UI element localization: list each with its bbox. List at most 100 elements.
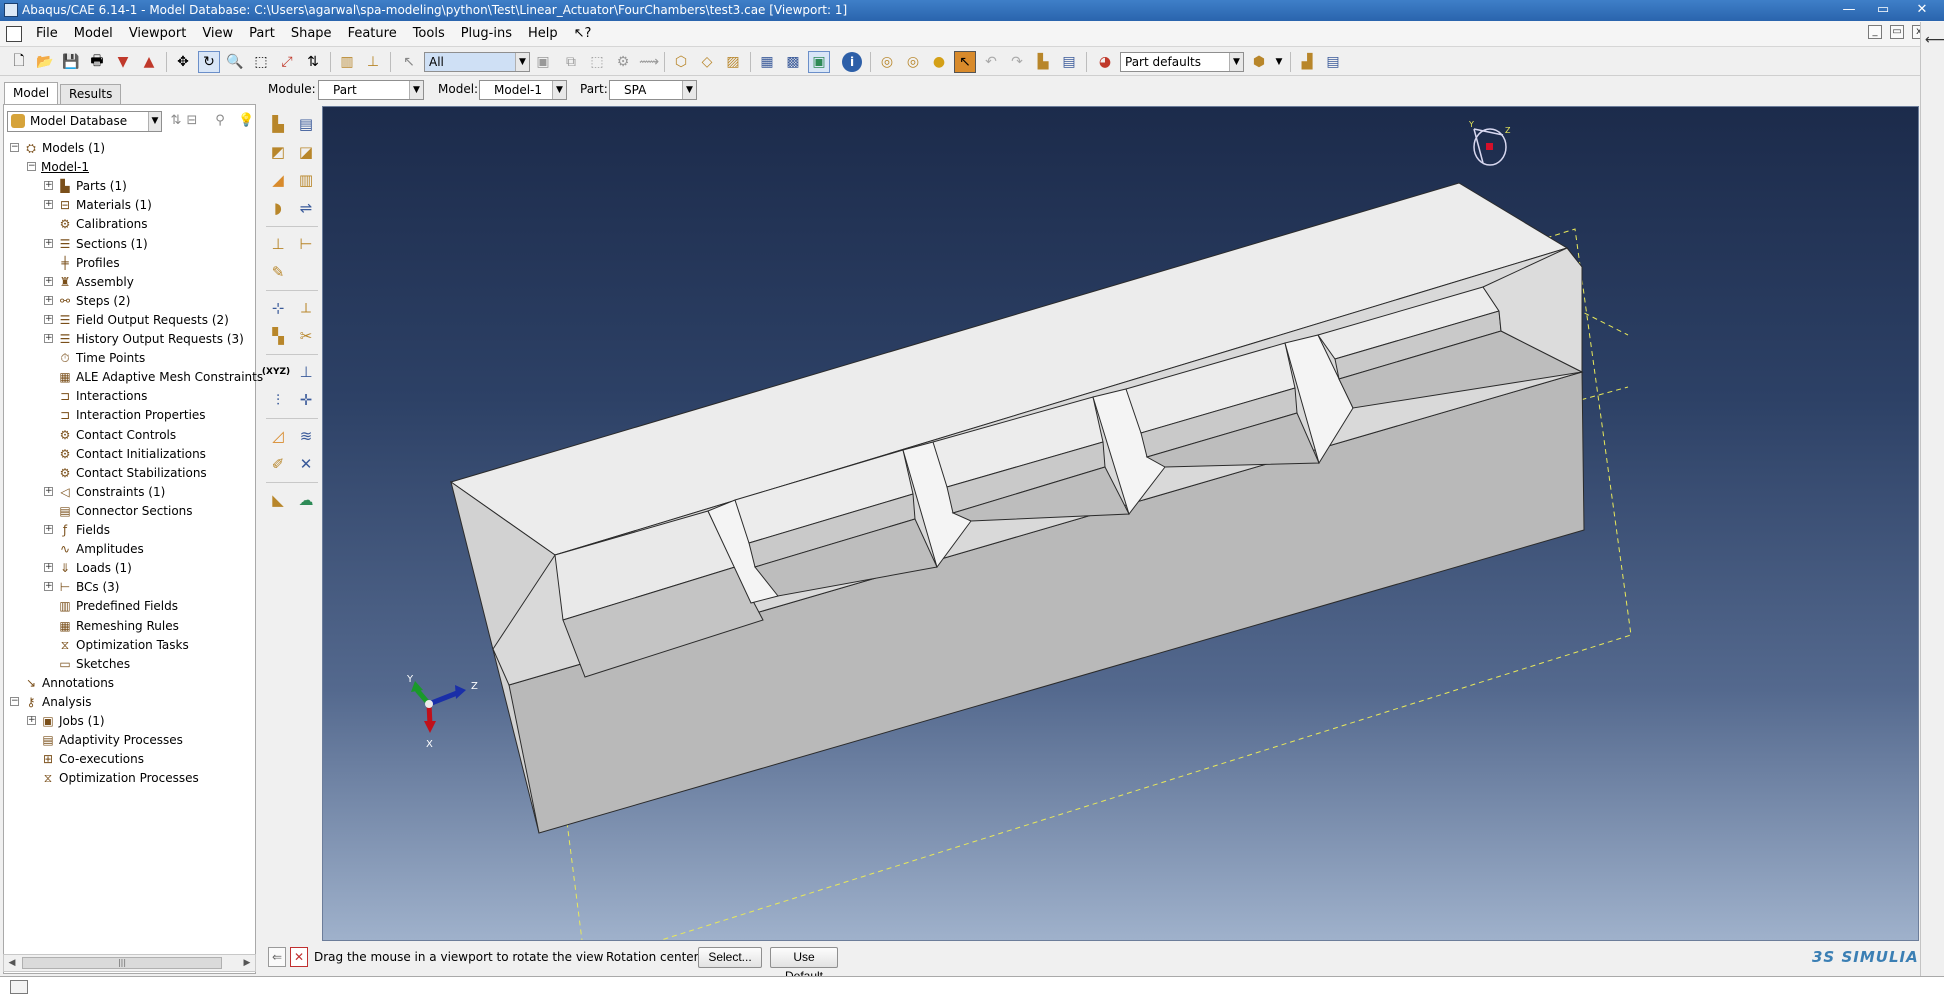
create-part-icon[interactable]: ▙ [266,112,290,136]
tree-item[interactable]: + ▙ Parts (1) [4,177,255,196]
scroll-right-icon[interactable]: ▶ [240,956,254,970]
tree-item[interactable]: − Model-1 [4,158,255,177]
solid-extrude-icon[interactable]: ◩ [266,140,290,164]
wireframe-icon[interactable]: ▦ [756,51,778,73]
menu-shape[interactable]: Shape [283,21,340,47]
viewport[interactable]: Y Z Y Z X [322,106,1919,941]
maximize-button[interactable]: ▭ [1866,0,1900,21]
select-edges-icon[interactable]: ⟿ [638,51,660,73]
collapse-icon[interactable]: − [10,143,19,152]
tab-model[interactable]: Model [4,82,59,104]
pan-icon[interactable]: ✥ [172,51,194,73]
tree-item[interactable]: ▤ Connector Sections [4,502,255,521]
close-button[interactable]: ✕ [1900,0,1944,21]
expand-icon[interactable]: + [44,525,53,534]
tree-item[interactable]: ▤ Adaptivity Processes [4,731,255,750]
tree-item[interactable]: + ⊢ BCs (3) [4,578,255,597]
menu-help[interactable]: Help [520,21,566,47]
mirror-icon[interactable]: ⇌ [294,196,318,220]
collapse-all-icon[interactable]: ⊟ [184,113,200,129]
tree-item[interactable]: ▥ Predefined Fields [4,597,255,616]
measure-tool-icon[interactable]: ⊥ [362,51,384,73]
tree-item[interactable]: + ☰ Field Output Requests (2) [4,311,255,330]
auto-fit-icon[interactable]: ⤢ [276,51,298,73]
select-tools-icon[interactable]: ⚙ [612,51,634,73]
rotate-icon[interactable]: ↻ [198,51,220,73]
print-icon[interactable]: 🖶 [86,51,108,73]
expand-icon[interactable]: + [44,181,53,191]
module-combo[interactable]: Part ▼ [318,80,424,100]
datum-plane-icon[interactable]: ▚ [266,324,290,348]
menu-part[interactable]: Part [241,21,283,47]
tree-item[interactable]: ⏱ Time Points [4,349,255,368]
tree-item[interactable]: ⧖ Optimization Processes [4,769,255,788]
menu-view[interactable]: View [194,21,241,47]
tree-item[interactable]: ⚙ Contact Controls [4,426,255,445]
tree-item[interactable]: + ⊟ Materials (1) [4,196,255,215]
tree-item[interactable]: ↘ Annotations [4,674,255,693]
iso-view-icon[interactable]: ⬡ [670,51,692,73]
axis-triad-icon[interactable]: ⊥ [294,360,318,384]
shaded-icon[interactable]: ▣ [808,51,830,73]
partition-face-icon[interactable]: ⊢ [294,232,318,256]
new-file-icon[interactable]: 🗋 [8,51,30,73]
tree-item[interactable]: + ♜ Assembly [4,273,255,292]
geometry-edit-icon[interactable]: ✐ [266,452,290,476]
scroll-left-icon[interactable]: ◀ [5,956,19,970]
model-combo[interactable]: Model-1 ▼ [479,80,567,100]
display-group-icon[interactable]: ⬢ [1248,51,1270,73]
round-fillet-icon[interactable]: ◗ [266,196,290,220]
plane-datum-icon[interactable]: ⫶ [266,388,290,412]
use-default-button[interactable]: Use Default [770,947,838,983]
model-database-combo[interactable]: Model Database ▼ [7,111,162,132]
tree-item[interactable]: ▭ Sketches [4,655,255,674]
expand-icon[interactable]: + [44,563,53,573]
expand-icon[interactable]: + [27,716,36,725]
import-icon[interactable]: ▼ [112,51,134,73]
expand-icon[interactable]: + [44,238,53,248]
collapse-icon[interactable]: − [27,162,36,172]
front-view-icon[interactable]: ◇ [696,51,718,73]
part-combo[interactable]: SPA ▼ [609,80,697,100]
collapse-icon[interactable]: − [10,696,19,706]
table-icon[interactable]: ▤ [1058,51,1080,73]
color-code-icon[interactable]: ◕ [1094,51,1116,73]
menu-whats-this[interactable]: ↖? [566,21,600,47]
expand-icon[interactable]: + [44,486,53,496]
tree-item[interactable]: + ƒ Fields [4,521,255,540]
partition-edges-icon[interactable]: ◎ [876,51,898,73]
shell-icon[interactable]: ▥ [294,168,318,192]
display-group-manager-icon[interactable]: ▤ [1322,51,1344,73]
hidden-line-icon[interactable]: ▩ [782,51,804,73]
expand-icon[interactable]: + [44,276,53,286]
tree-item[interactable]: ⊞ Co-executions [4,750,255,769]
tree-item[interactable]: − ⛭ Models (1) [4,139,255,158]
expand-icon[interactable]: + [44,200,53,210]
cut-extrude-icon[interactable]: ◢ [266,168,290,192]
cancel-x-icon[interactable]: ✕ [290,947,308,967]
save-icon[interactable]: 💾 [60,51,82,73]
sketch-icon[interactable]: ◣ [266,488,290,512]
menu-file[interactable]: File [28,21,66,47]
create-display-group-icon[interactable]: ▟ [1296,51,1318,73]
tab-results[interactable]: Results [60,84,122,104]
arrow-left-icon[interactable]: ⟵ [1925,32,1944,48]
message-area-icon[interactable] [10,980,28,994]
display-group-dropdown-icon[interactable]: ▼ [1268,51,1290,73]
tree-item[interactable]: ⚙ Calibrations [4,215,255,234]
tools-icon[interactable]: ✕ [294,452,318,476]
expand-icon[interactable]: + [44,314,53,324]
expand-icon[interactable]: + [44,582,53,592]
selection-options-icon[interactable]: ▣ [532,51,554,73]
mdi-restore-icon[interactable]: ▭ [1890,25,1904,39]
mdi-minimize-icon[interactable]: _ [1868,25,1882,39]
tree-item[interactable]: + ◁ Constraints (1) [4,483,255,502]
expand-icon[interactable]: + [44,334,53,343]
minimize-button[interactable]: — [1832,0,1866,21]
render-style-combo[interactable]: Part defaults ▼ [1120,52,1244,72]
edit-feature-icon[interactable]: ✎ [266,260,290,284]
menu-model[interactable]: Model [66,21,121,47]
selection-filter-combo[interactable]: All ▼ [424,52,530,72]
menu-plugins[interactable]: Plug-ins [453,21,520,47]
scroll-thumb[interactable]: ||| [22,957,222,969]
